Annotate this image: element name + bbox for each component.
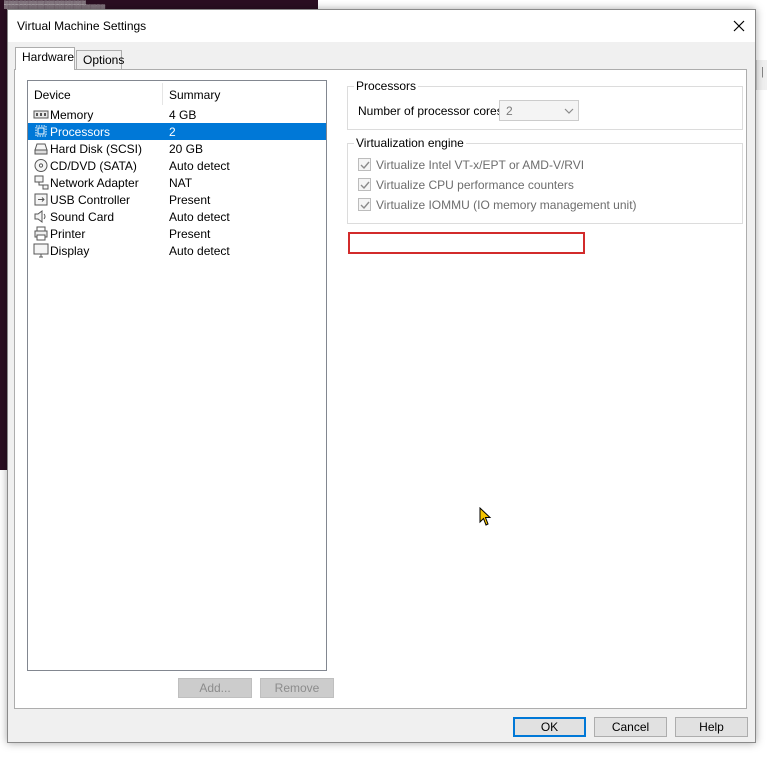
device-row-printer[interactable]: Printer Present — [28, 225, 326, 242]
background-window-edge: | — [756, 60, 767, 90]
virtualization-group-title: Virtualization engine — [354, 136, 466, 150]
device-row-sound-card[interactable]: Sound Card Auto detect — [28, 208, 326, 225]
device-name: Processors — [50, 125, 111, 139]
tab-options[interactable]: Options — [76, 50, 124, 70]
network-adapter-icon — [34, 175, 49, 190]
hard-disk-icon — [34, 143, 48, 155]
checkbox-label: Virtualize Intel VT-x/EPT or AMD-V/RVI — [376, 158, 585, 172]
processors-group-title: Processors — [354, 79, 419, 93]
monitor-icon — [33, 243, 49, 258]
checkbox[interactable] — [358, 178, 371, 191]
usb-icon — [34, 193, 48, 206]
remove-device-button[interactable]: Remove — [260, 678, 334, 698]
device-row-memory[interactable]: Memory 4 GB — [28, 106, 326, 123]
device-summary: 4 GB — [169, 108, 197, 122]
checkbox-label: Virtualize IOMMU (IO memory management u… — [376, 198, 637, 212]
device-summary: Present — [169, 227, 211, 241]
memory-icon — [33, 110, 49, 119]
annotation-highlight-box — [348, 232, 585, 254]
processor-cores-dropdown[interactable]: 2 — [499, 100, 579, 121]
mouse-cursor-icon — [479, 507, 492, 526]
checkbox-label: Virtualize CPU performance counters — [376, 178, 574, 192]
help-button[interactable]: Help — [675, 717, 748, 737]
cancel-button[interactable]: Cancel — [594, 717, 667, 737]
device-name: Printer — [50, 227, 86, 241]
device-row-display[interactable]: Display Auto detect — [28, 242, 326, 259]
device-row-processors[interactable]: Processors 2 — [28, 123, 326, 140]
title-bar: Virtual Machine Settings — [8, 10, 755, 42]
column-separator[interactable] — [162, 83, 163, 105]
dialog-title: Virtual Machine Settings — [17, 19, 147, 33]
speaker-icon — [34, 210, 46, 223]
device-row-usb-controller[interactable]: USB Controller Present — [28, 191, 326, 208]
close-button[interactable] — [723, 10, 755, 42]
checkbox[interactable] — [358, 158, 371, 171]
device-summary: Auto detect — [169, 244, 230, 258]
checkmark-icon — [360, 161, 370, 170]
device-summary: 2 — [169, 125, 176, 139]
list-header: Device Summary — [28, 81, 326, 105]
processor-cores-value: 2 — [506, 104, 513, 118]
processor-cores-label: Number of processor cores: — [358, 104, 507, 118]
column-header-device[interactable]: Device — [34, 88, 71, 102]
hardware-tab-panel: Device Summary Memory 4 GB Processors 2 — [14, 69, 747, 709]
device-name: Memory — [50, 108, 94, 122]
cd-dvd-icon — [34, 159, 48, 172]
device-summary: Auto detect — [169, 210, 230, 224]
device-name: Network Adapter — [50, 176, 139, 190]
device-name: Hard Disk (SCSI) — [50, 142, 143, 156]
device-summary: 20 GB — [169, 142, 204, 156]
device-row-hard-disk[interactable]: Hard Disk (SCSI) 20 GB — [28, 140, 326, 157]
checkmark-icon — [360, 201, 370, 210]
close-icon — [733, 20, 745, 32]
checkmark-icon — [360, 181, 370, 190]
add-device-button[interactable]: Add... — [178, 678, 252, 698]
vm-settings-dialog: Virtual Machine Settings Hardware Option… — [7, 9, 756, 743]
device-row-network-adapter[interactable]: Network Adapter NAT — [28, 174, 326, 191]
tab-hardware[interactable]: Hardware — [15, 47, 75, 70]
checkbox[interactable] — [358, 198, 371, 211]
virtualization-engine-group: Virtualization engine Virtualize Intel V… — [347, 136, 743, 224]
ok-button[interactable]: OK — [513, 717, 586, 737]
device-summary: NAT — [169, 176, 193, 190]
device-name: CD/DVD (SATA) — [50, 159, 137, 173]
device-summary: Present — [169, 193, 211, 207]
column-header-summary[interactable]: Summary — [169, 88, 220, 102]
device-summary: Auto detect — [169, 159, 230, 173]
device-row-cd-dvd[interactable]: CD/DVD (SATA) Auto detect — [28, 157, 326, 174]
printer-icon — [34, 226, 48, 241]
processor-icon — [35, 125, 47, 137]
device-list[interactable]: Device Summary Memory 4 GB Processors 2 — [27, 80, 327, 671]
device-name: Display — [50, 244, 90, 258]
device-name: USB Controller — [50, 193, 131, 207]
device-name: Sound Card — [50, 210, 115, 224]
chevron-down-icon — [564, 108, 574, 114]
processors-group: Processors Number of processor cores: 2 — [347, 79, 743, 130]
